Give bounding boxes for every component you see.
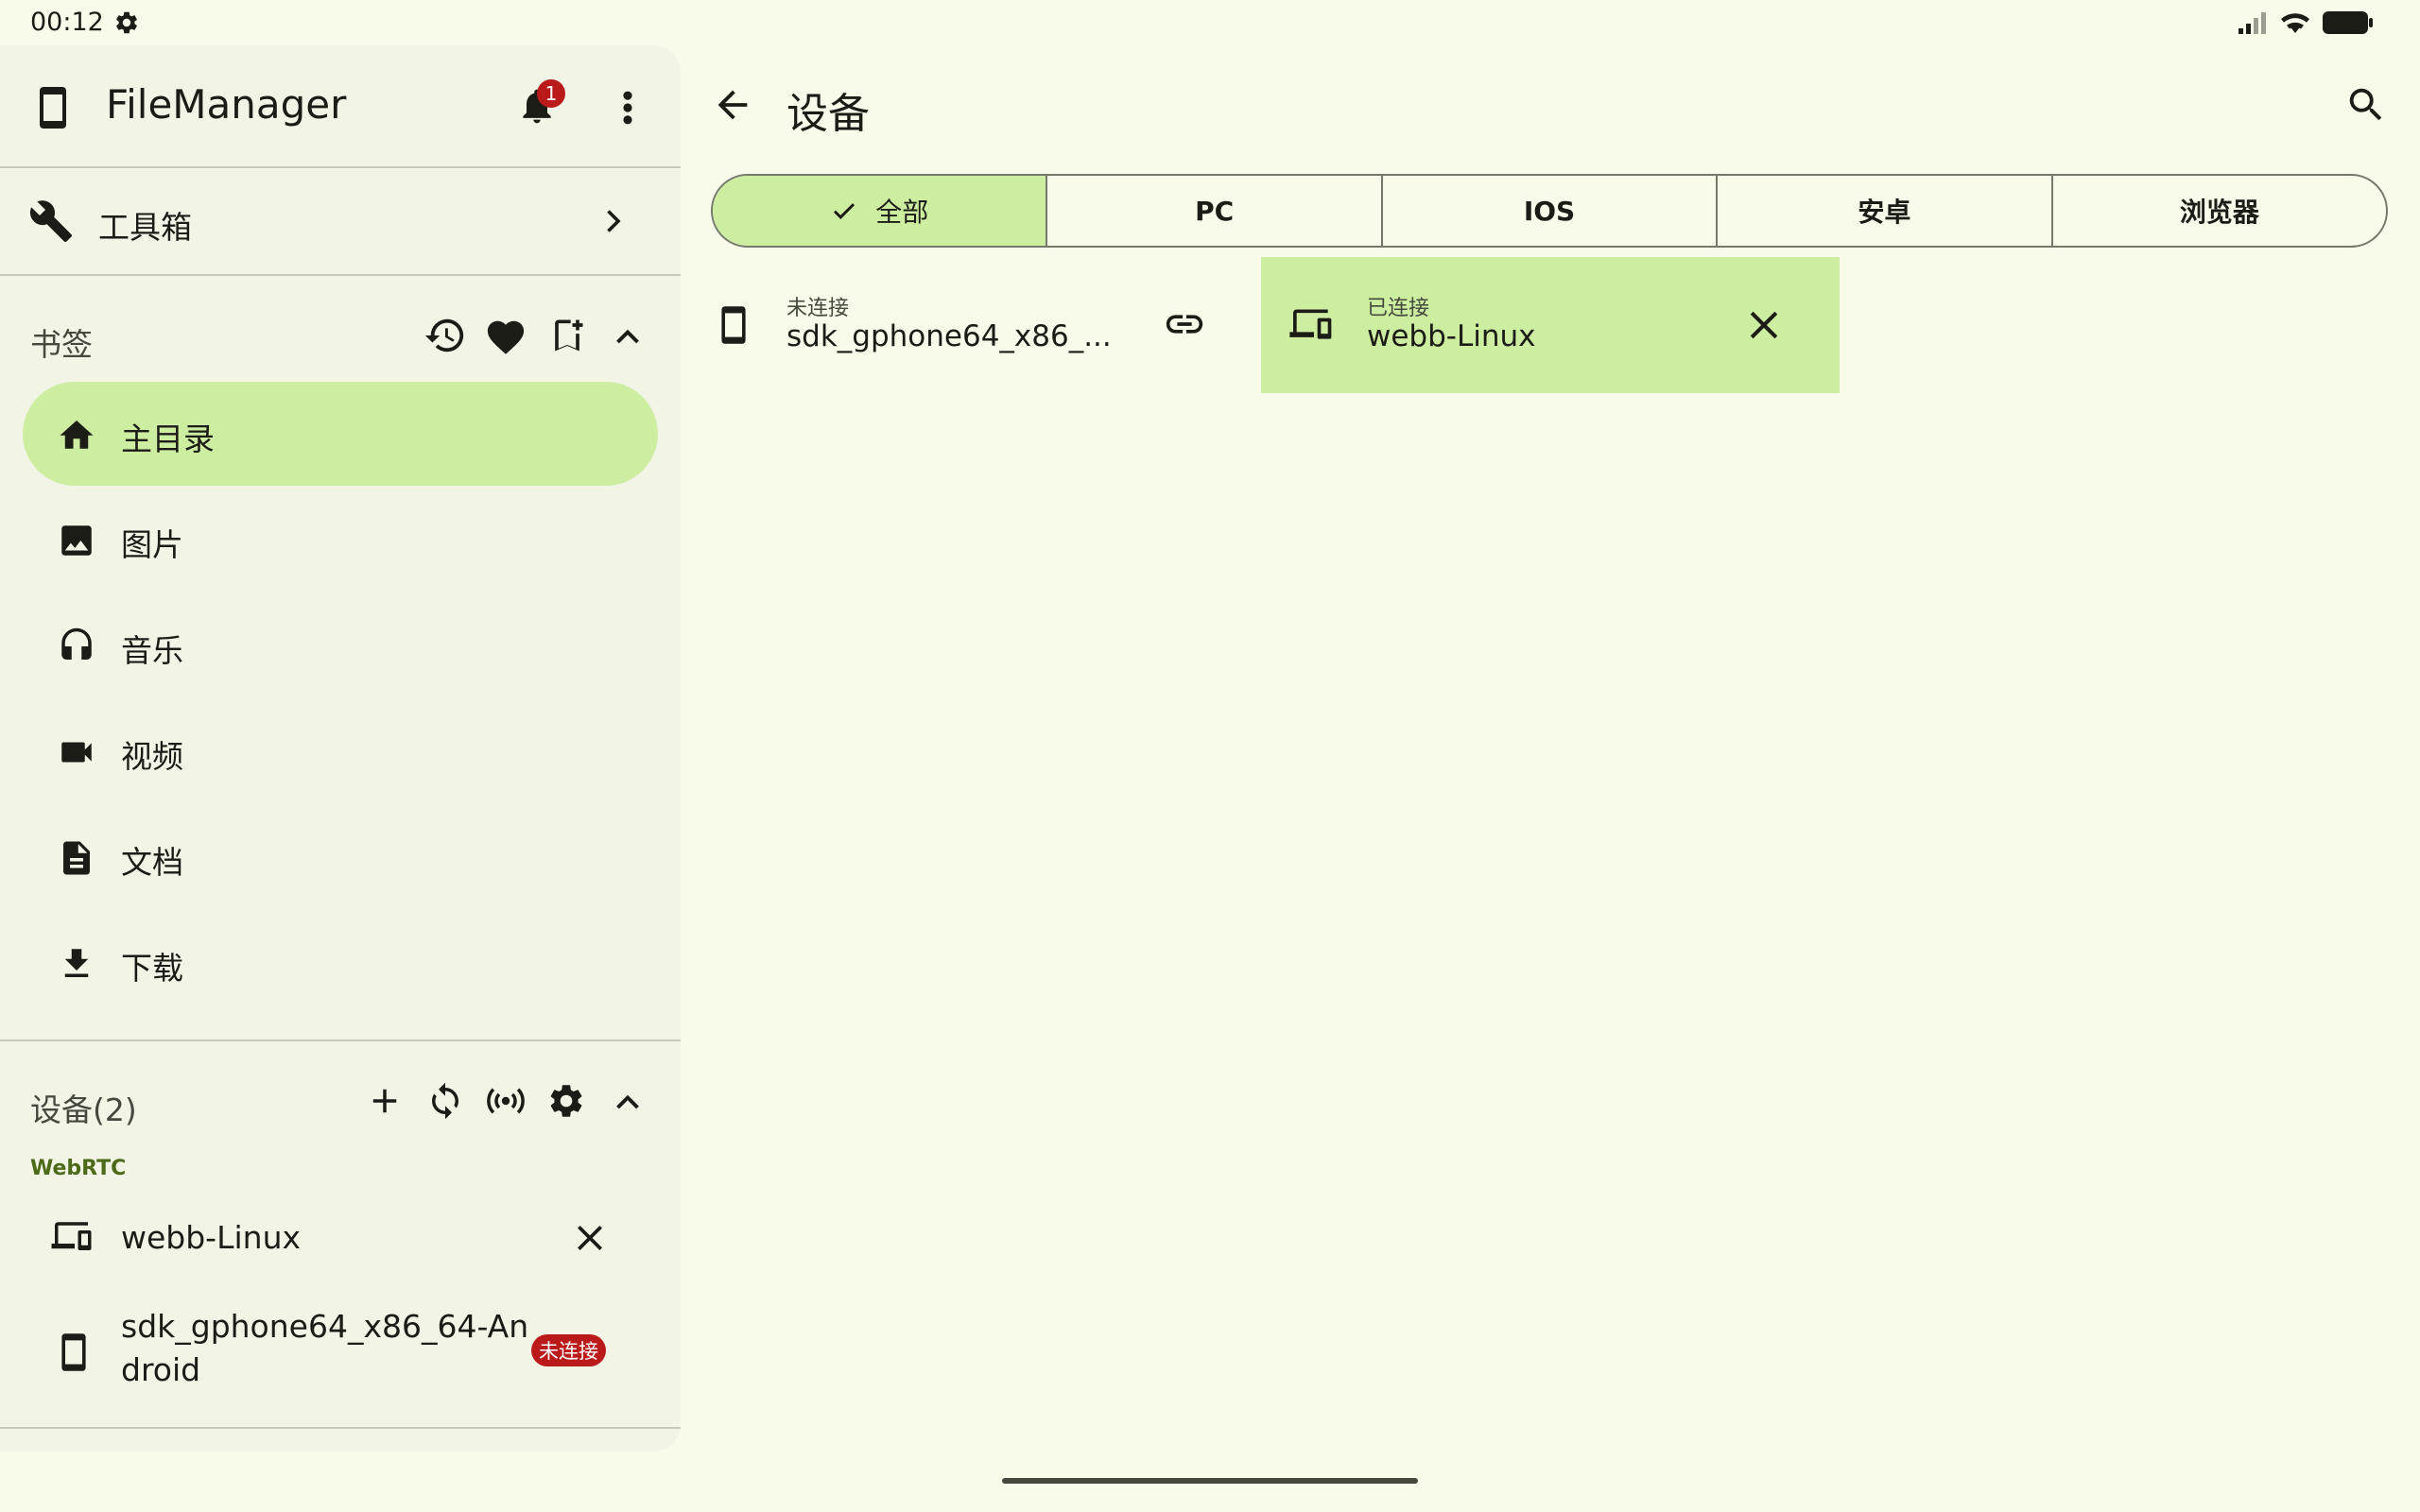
tab-browser[interactable]: 浏览器 (2050, 176, 2386, 246)
settings-gear-icon (113, 9, 140, 36)
gear-icon[interactable] (546, 1081, 586, 1121)
status-bar: 00:12 (0, 0, 2420, 45)
gesture-handle[interactable] (1002, 1478, 1418, 1484)
tab-label: 全部 (875, 197, 929, 228)
device-status: 已连接 (1367, 297, 1430, 320)
device-card-sdk-gphone[interactable]: 未连接 sdk_gphone64_x86_... (711, 257, 1259, 393)
download-icon (57, 944, 96, 984)
broadcast-icon[interactable] (484, 1081, 527, 1121)
image-icon (57, 521, 96, 560)
chevron-up-icon[interactable] (611, 1085, 645, 1119)
tab-pc[interactable]: PC (1046, 176, 1380, 246)
more-vert-icon[interactable] (611, 87, 645, 129)
chevron-up-icon[interactable] (611, 319, 645, 353)
notifications-button[interactable]: 1 (516, 79, 569, 132)
battery-icon (2322, 9, 2375, 36)
device-name: sdk_gphone64_x86_... (786, 319, 1112, 353)
document-icon (57, 838, 96, 878)
device-item-sdk-gphone[interactable]: sdk_gphone64_x86_64-An droid 未连接 (23, 1298, 658, 1402)
sidebar-item-label: 音乐 (121, 632, 183, 669)
device-name: webb-Linux (1367, 319, 1536, 353)
phone-icon (57, 1331, 91, 1374)
divider (0, 1427, 681, 1429)
status-badge: 未连接 (531, 1334, 606, 1366)
bookmarks-title: 书签 (30, 326, 93, 363)
bookmark-add-icon[interactable] (546, 314, 588, 357)
devices-icon (1289, 304, 1339, 346)
search-icon[interactable] (2344, 83, 2388, 127)
link-icon[interactable] (1163, 302, 1206, 346)
history-icon[interactable] (424, 314, 467, 357)
device-item-webb-linux[interactable]: webb-Linux (23, 1193, 658, 1283)
tab-label: PC (1195, 195, 1235, 227)
sync-icon[interactable] (425, 1081, 465, 1121)
page-title: 设备 (786, 90, 870, 138)
wrench-icon (28, 198, 74, 244)
signal-icon (2237, 9, 2271, 36)
tab-label: 浏览器 (2179, 197, 2259, 228)
heart-icon[interactable] (484, 316, 527, 355)
wifi-icon (2278, 8, 2312, 36)
tab-android[interactable]: 安卓 (1716, 176, 2050, 246)
device-name-line2: droid (121, 1351, 201, 1388)
videocam-icon (57, 732, 96, 772)
devices-title: 设备(2) (30, 1091, 137, 1128)
phone-icon (34, 85, 72, 130)
phone-icon (717, 302, 751, 348)
close-icon[interactable] (1743, 304, 1785, 346)
sidebar-item-label: 视频 (121, 738, 183, 775)
sidebar-item-label: 主目录 (121, 421, 215, 457)
app-title: FileManager (106, 81, 347, 128)
tab-all[interactable]: 全部 (713, 176, 1046, 246)
device-card-webb-linux[interactable]: 已连接 webb-Linux (1261, 257, 1840, 393)
devices-icon (51, 1217, 98, 1257)
chevron-right-icon (596, 204, 630, 238)
webrtc-label: WebRTC (30, 1157, 127, 1180)
add-icon[interactable] (365, 1081, 405, 1121)
sidebar-item-images[interactable]: 图片 (23, 488, 658, 592)
sidebar-item-label: 下载 (121, 950, 183, 987)
sidebar-item-home[interactable]: 主目录 (23, 382, 658, 486)
toolbox-row[interactable]: 工具箱 (0, 168, 681, 274)
device-name-line1: sdk_gphone64_x86_64-An (121, 1308, 529, 1345)
status-time: 00:12 (30, 8, 104, 37)
toolbox-label: 工具箱 (98, 209, 192, 246)
navigation-drawer: FileManager 1 工具箱 书签 主目录 图片 音乐 视频 文档 下载 … (0, 45, 681, 1452)
sidebar-item-video[interactable]: 视频 (23, 699, 658, 803)
check-icon (830, 197, 858, 225)
divider (0, 274, 681, 276)
tab-label: 安卓 (1858, 197, 1911, 228)
device-name: webb-Linux (121, 1219, 302, 1256)
headphones-icon (57, 627, 96, 666)
tab-label: IOS (1523, 195, 1576, 227)
tab-ios[interactable]: IOS (1380, 176, 1716, 246)
device-filter-tabs: 全部 PC IOS 安卓 浏览器 (711, 174, 2388, 248)
notification-count-badge: 1 (537, 79, 565, 108)
sidebar-item-documents[interactable]: 文档 (23, 805, 658, 909)
sidebar-item-music[interactable]: 音乐 (23, 593, 658, 697)
device-status: 未连接 (786, 297, 850, 320)
home-icon (57, 415, 96, 453)
sidebar-item-label: 文档 (121, 844, 183, 881)
sidebar-item-downloads[interactable]: 下载 (23, 911, 658, 1015)
close-icon[interactable] (571, 1219, 609, 1257)
back-arrow-icon[interactable] (711, 83, 754, 127)
sidebar-item-label: 图片 (121, 526, 183, 563)
divider (0, 1040, 681, 1041)
